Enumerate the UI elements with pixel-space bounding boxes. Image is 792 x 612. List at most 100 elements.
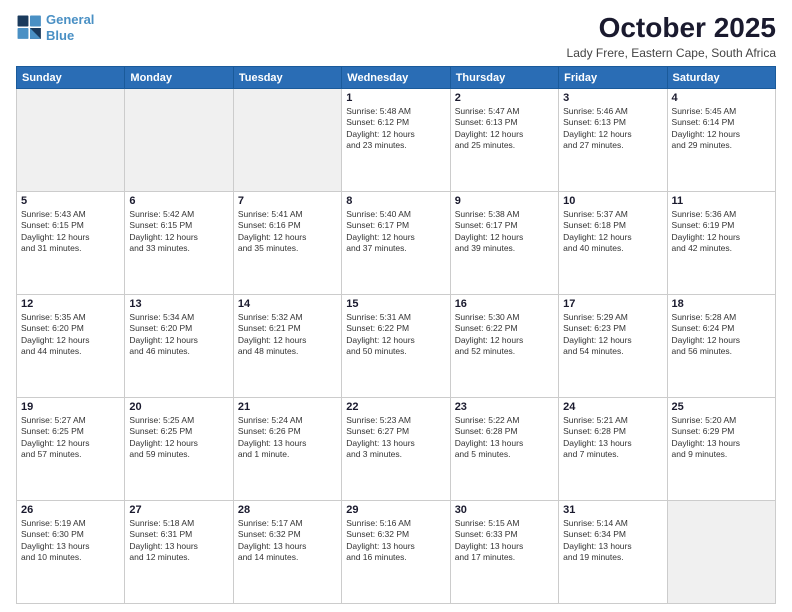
calendar-cell: 27 Sunrise: 5:18 AMSunset: 6:31 PMDayligh… (125, 501, 233, 604)
calendar-cell: 20Sunrise: 5:25 AMSunset: 6:25 PMDayligh… (125, 398, 233, 501)
day-info: Sunrise: 5:24 AMSunset: 6:26 PMDaylight:… (238, 415, 337, 461)
calendar-cell: 4 Sunrise: 5:45 AMSunset: 6:14 PMDaylight… (667, 89, 775, 192)
day-info: Sunrise: 5:34 AMSunset: 6:20 PMDaylight:… (129, 312, 228, 358)
day-info: Sunrise: 5:47 AMSunset: 6:13 PMDaylight:… (455, 106, 554, 152)
calendar-cell: 19 Sunrise: 5:27 AMSunset: 6:25 PMDayligh… (17, 398, 125, 501)
col-tuesday: Tuesday (233, 67, 341, 89)
day-info: Sunrise: 5:37 AMSunset: 6:18 PMDaylight:… (563, 209, 662, 255)
calendar-cell: 28Sunrise: 5:17 AMSunset: 6:32 PMDayligh… (233, 501, 341, 604)
day-number: 27 (129, 504, 228, 516)
location-subtitle: Lady Frere, Eastern Cape, South Africa (567, 46, 776, 60)
day-number: 1 (346, 92, 445, 104)
logo: General Blue (16, 12, 94, 43)
calendar-table: Sunday Monday Tuesday Wednesday Thursday… (16, 66, 776, 604)
day-number: 29 (346, 504, 445, 516)
day-info: Sunrise: 5:14 AMSunset: 6:34 PMDaylight:… (563, 518, 662, 564)
calendar-cell: 14 Sunrise: 5:32 AMSunset: 6:21 PMDayligh… (233, 295, 341, 398)
calendar-cell: 31 Sunrise: 5:14 AMSunset: 6:34 PMDayligh… (559, 501, 667, 604)
calendar-cell: 17 Sunrise: 5:29 AMSunset: 6:23 PMDayligh… (559, 295, 667, 398)
calendar-cell: 15 Sunrise: 5:31 AMSunset: 6:22 PMDayligh… (342, 295, 450, 398)
day-info: Sunrise: 5:35 AMSunset: 6:20 PMDaylight:… (21, 312, 120, 358)
calendar-header-row: Sunday Monday Tuesday Wednesday Thursday… (17, 67, 776, 89)
calendar-week-row: 19 Sunrise: 5:27 AMSunset: 6:25 PMDayligh… (17, 398, 776, 501)
day-info: Sunrise: 5:15 AMSunset: 6:33 PMDaylight:… (455, 518, 554, 564)
day-number: 26 (21, 504, 120, 516)
calendar-cell (17, 89, 125, 192)
day-info: Sunrise: 5:23 AMSunset: 6:27 PMDaylight:… (346, 415, 445, 461)
col-wednesday: Wednesday (342, 67, 450, 89)
calendar-cell: 8 Sunrise: 5:40 AMSunset: 6:17 PMDaylight… (342, 192, 450, 295)
calendar-cell: 24Sunrise: 5:21 AMSunset: 6:28 PMDayligh… (559, 398, 667, 501)
calendar-cell: 23Sunrise: 5:22 AMSunset: 6:28 PMDayligh… (450, 398, 558, 501)
calendar-cell: 2Sunrise: 5:47 AMSunset: 6:13 PMDaylight… (450, 89, 558, 192)
logo-text: General Blue (46, 12, 94, 43)
day-number: 31 (563, 504, 662, 516)
day-info: Sunrise: 5:16 AMSunset: 6:32 PMDaylight:… (346, 518, 445, 564)
day-info: Sunrise: 5:46 AMSunset: 6:13 PMDaylight:… (563, 106, 662, 152)
day-number: 25 (672, 401, 771, 413)
day-number: 14 (238, 298, 337, 310)
title-block: October 2025 Lady Frere, Eastern Cape, S… (567, 12, 776, 60)
calendar-cell: 25 Sunrise: 5:20 AMSunset: 6:29 PMDayligh… (667, 398, 775, 501)
logo-line1: General (46, 12, 94, 27)
calendar-cell: 12 Sunrise: 5:35 AMSunset: 6:20 PMDayligh… (17, 295, 125, 398)
day-info: Sunrise: 5:31 AMSunset: 6:22 PMDaylight:… (346, 312, 445, 358)
day-number: 15 (346, 298, 445, 310)
day-number: 6 (129, 195, 228, 207)
calendar-cell: 5 Sunrise: 5:43 AMSunset: 6:15 PMDaylight… (17, 192, 125, 295)
day-info: Sunrise: 5:28 AMSunset: 6:24 PMDaylight:… (672, 312, 771, 358)
calendar-cell: 21 Sunrise: 5:24 AMSunset: 6:26 PMDayligh… (233, 398, 341, 501)
col-friday: Friday (559, 67, 667, 89)
day-number: 12 (21, 298, 120, 310)
header: General Blue October 2025 Lady Frere, Ea… (16, 12, 776, 60)
day-info: Sunrise: 5:43 AMSunset: 6:15 PMDaylight:… (21, 209, 120, 255)
calendar-cell: 29 Sunrise: 5:16 AMSunset: 6:32 PMDayligh… (342, 501, 450, 604)
day-info: Sunrise: 5:18 AMSunset: 6:31 PMDaylight:… (129, 518, 228, 564)
month-title: October 2025 (567, 12, 776, 44)
day-number: 19 (21, 401, 120, 413)
logo-icon (16, 14, 44, 42)
day-info: Sunrise: 5:42 AMSunset: 6:15 PMDaylight:… (129, 209, 228, 255)
day-info: Sunrise: 5:41 AMSunset: 6:16 PMDaylight:… (238, 209, 337, 255)
calendar-week-row: 26Sunrise: 5:19 AMSunset: 6:30 PMDayligh… (17, 501, 776, 604)
day-number: 17 (563, 298, 662, 310)
day-info: Sunrise: 5:30 AMSunset: 6:22 PMDaylight:… (455, 312, 554, 358)
day-number: 11 (672, 195, 771, 207)
day-number: 21 (238, 401, 337, 413)
calendar-cell: 9Sunrise: 5:38 AMSunset: 6:17 PMDaylight… (450, 192, 558, 295)
day-number: 9 (455, 195, 554, 207)
day-number: 13 (129, 298, 228, 310)
day-info: Sunrise: 5:20 AMSunset: 6:29 PMDaylight:… (672, 415, 771, 461)
day-info: Sunrise: 5:40 AMSunset: 6:17 PMDaylight:… (346, 209, 445, 255)
day-number: 4 (672, 92, 771, 104)
calendar-cell: 13 Sunrise: 5:34 AMSunset: 6:20 PMDayligh… (125, 295, 233, 398)
day-info: Sunrise: 5:29 AMSunset: 6:23 PMDaylight:… (563, 312, 662, 358)
day-number: 3 (563, 92, 662, 104)
day-info: Sunrise: 5:32 AMSunset: 6:21 PMDaylight:… (238, 312, 337, 358)
calendar-week-row: 5 Sunrise: 5:43 AMSunset: 6:15 PMDaylight… (17, 192, 776, 295)
col-monday: Monday (125, 67, 233, 89)
day-info: Sunrise: 5:48 AMSunset: 6:12 PMDaylight:… (346, 106, 445, 152)
calendar-cell (125, 89, 233, 192)
day-number: 8 (346, 195, 445, 207)
day-number: 22 (346, 401, 445, 413)
day-info: Sunrise: 5:21 AMSunset: 6:28 PMDaylight:… (563, 415, 662, 461)
logo-line2: Blue (46, 28, 74, 43)
calendar-cell: 18 Sunrise: 5:28 AMSunset: 6:24 PMDayligh… (667, 295, 775, 398)
day-number: 18 (672, 298, 771, 310)
calendar-week-row: 1 Sunrise: 5:48 AMSunset: 6:12 PMDaylight… (17, 89, 776, 192)
day-info: Sunrise: 5:45 AMSunset: 6:14 PMDaylight:… (672, 106, 771, 152)
day-info: Sunrise: 5:27 AMSunset: 6:25 PMDaylight:… (21, 415, 120, 461)
day-info: Sunrise: 5:36 AMSunset: 6:19 PMDaylight:… (672, 209, 771, 255)
day-info: Sunrise: 5:17 AMSunset: 6:32 PMDaylight:… (238, 518, 337, 564)
page: General Blue October 2025 Lady Frere, Ea… (0, 0, 792, 612)
day-number: 30 (455, 504, 554, 516)
col-saturday: Saturday (667, 67, 775, 89)
calendar-cell: 6 Sunrise: 5:42 AMSunset: 6:15 PMDaylight… (125, 192, 233, 295)
calendar-cell: 26Sunrise: 5:19 AMSunset: 6:30 PMDayligh… (17, 501, 125, 604)
calendar-cell: 30 Sunrise: 5:15 AMSunset: 6:33 PMDayligh… (450, 501, 558, 604)
day-number: 16 (455, 298, 554, 310)
col-sunday: Sunday (17, 67, 125, 89)
calendar-cell (233, 89, 341, 192)
day-number: 5 (21, 195, 120, 207)
